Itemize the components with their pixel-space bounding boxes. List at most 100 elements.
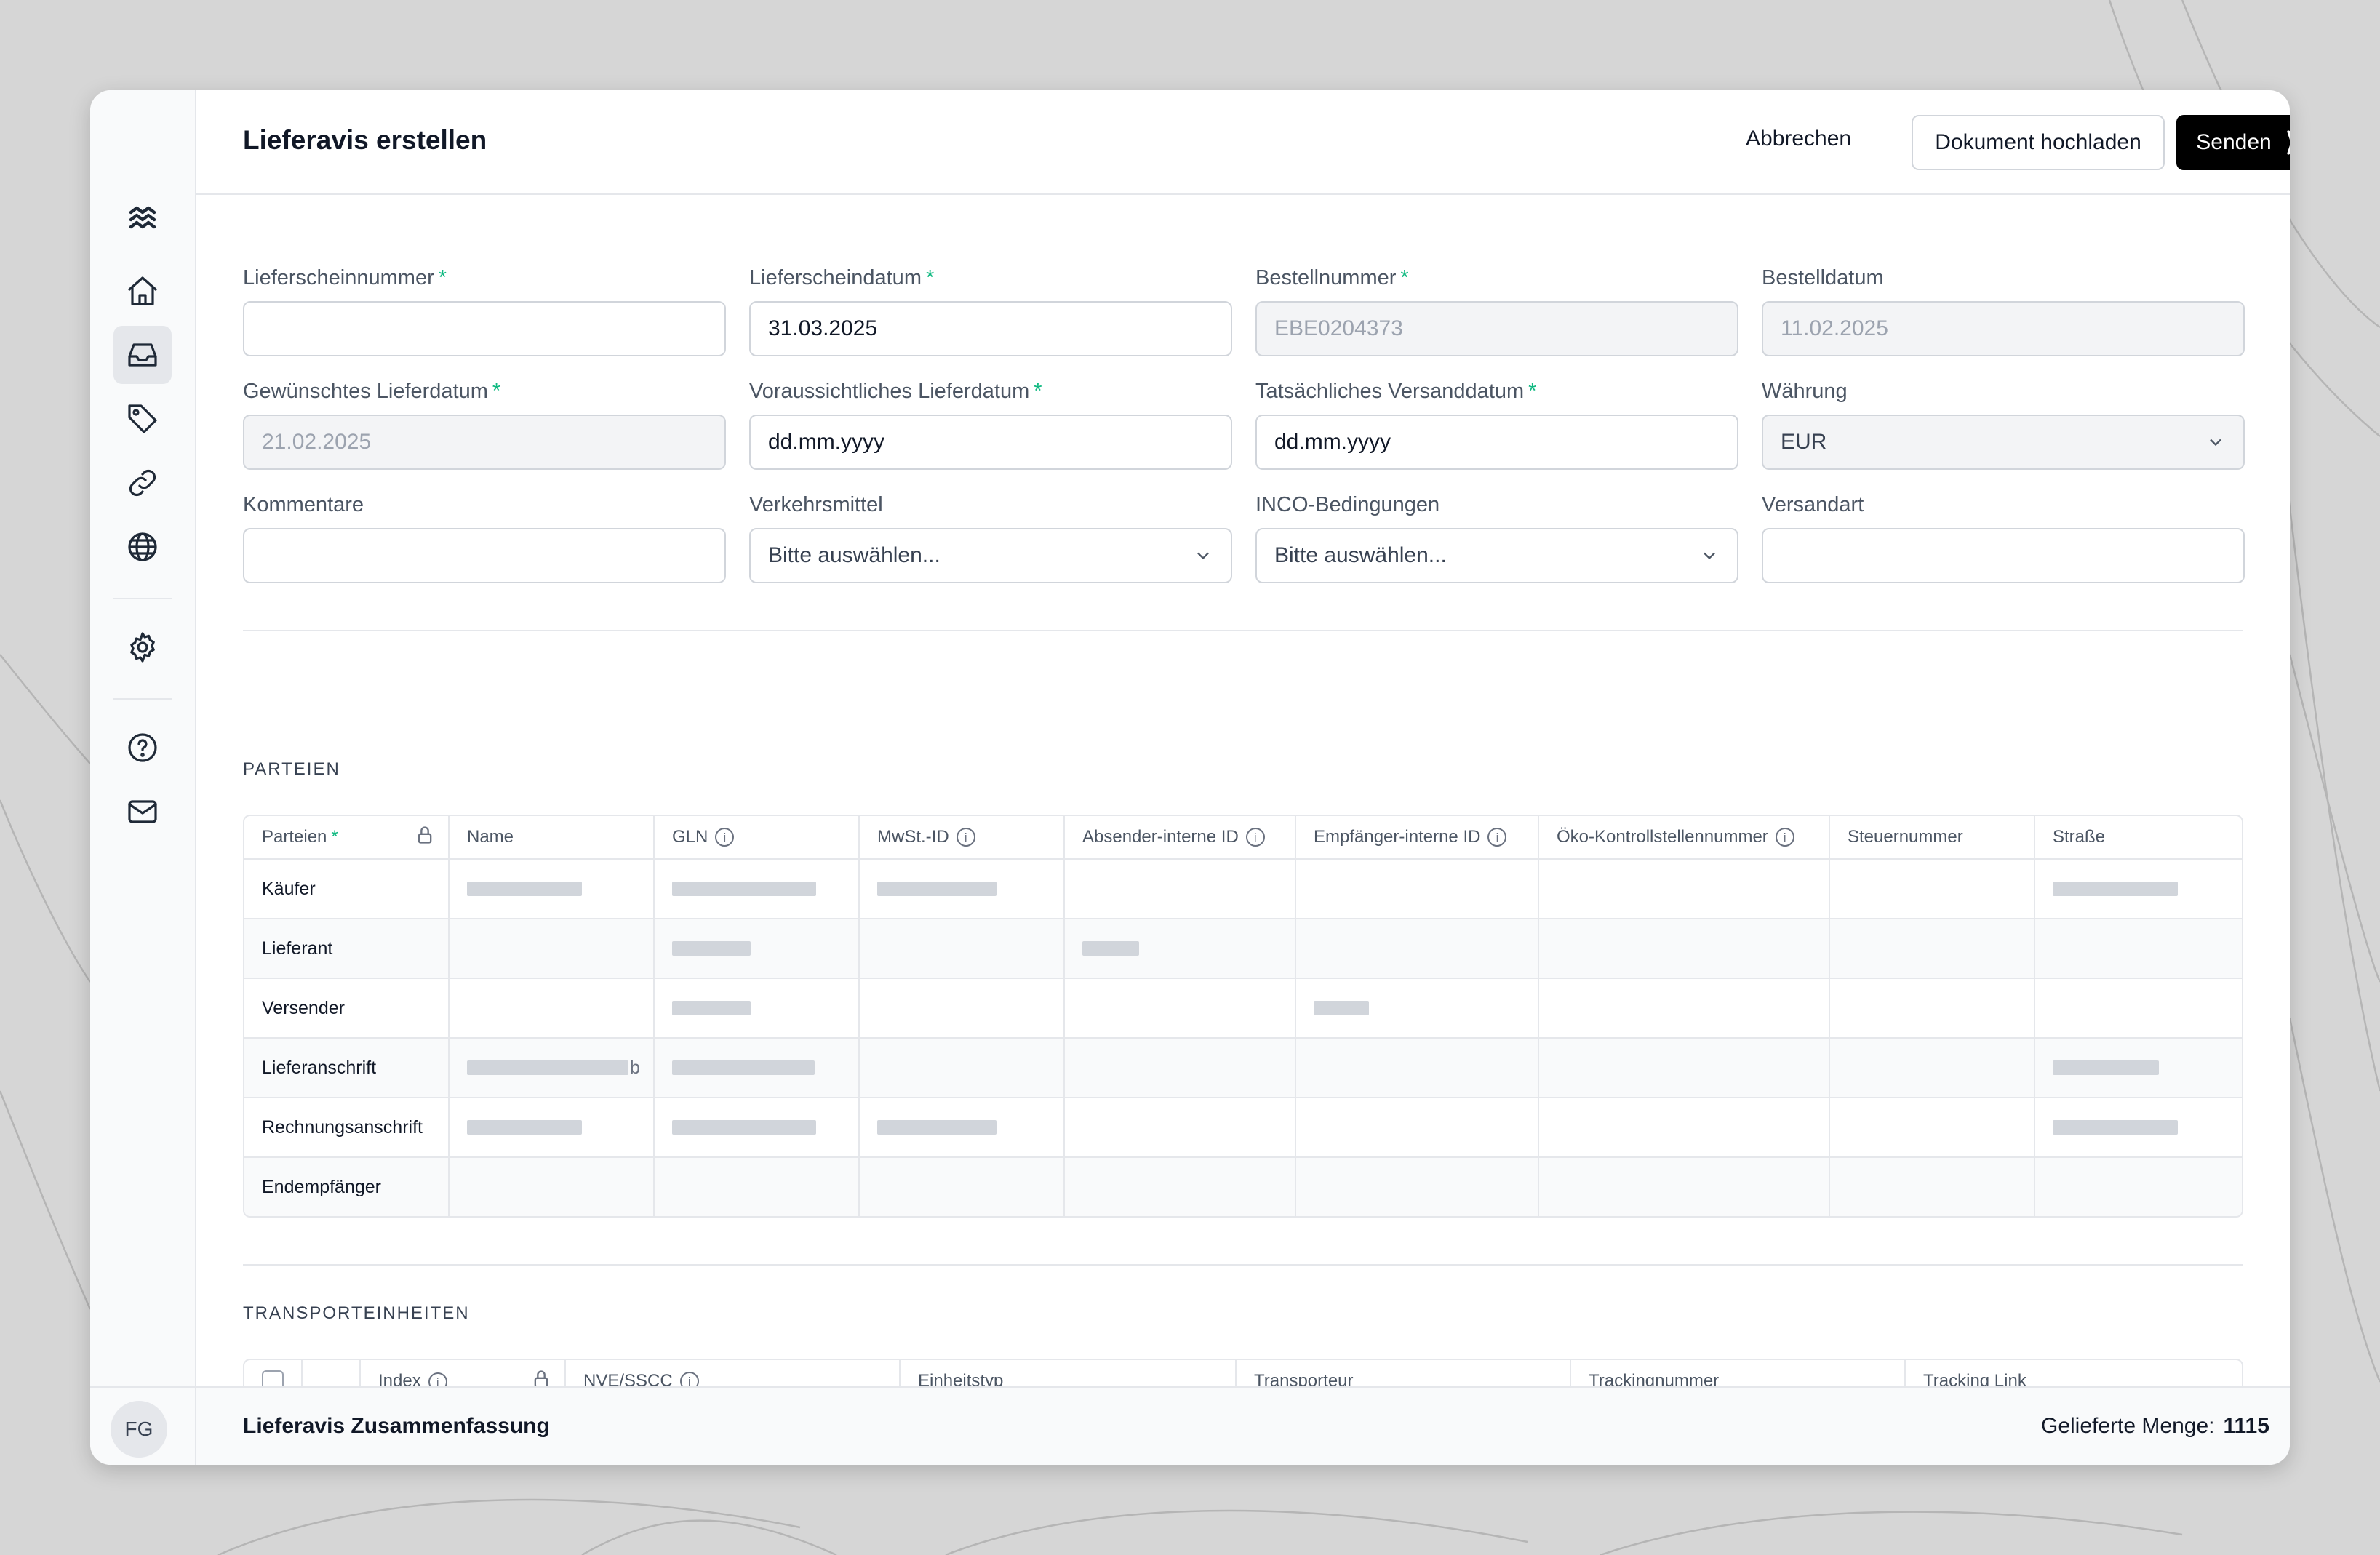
party-recipient-id-cell[interactable]: [1296, 1158, 1539, 1216]
transport-mode-select[interactable]: Bitte auswählen...: [749, 528, 1232, 583]
info-icon[interactable]: i: [1775, 828, 1794, 847]
order-number-input: EBE0204373: [1255, 301, 1738, 356]
info-icon[interactable]: i: [956, 828, 975, 847]
comments-label: Kommentare: [243, 493, 364, 516]
party-gln-cell[interactable]: [655, 919, 860, 978]
logo-icon[interactable]: [113, 191, 172, 249]
party-street-cell[interactable]: [2035, 919, 2242, 978]
summary-title: Lieferavis Zusammenfassung: [243, 1414, 550, 1438]
avatar[interactable]: FG: [111, 1401, 167, 1458]
party-gln-cell[interactable]: [655, 860, 860, 918]
actual-shipping-date-label: Tatsächliches Versanddatum *: [1255, 380, 1537, 403]
redacted-value: [672, 941, 751, 956]
party-vat-cell[interactable]: [860, 1158, 1065, 1216]
table-row: Endempfänger: [244, 1156, 2242, 1216]
party-name-cell[interactable]: [450, 860, 655, 918]
party-vat-cell[interactable]: [860, 1039, 1065, 1097]
party-eco-cell[interactable]: [1539, 919, 1830, 978]
actual-shipping-date-input[interactable]: dd.mm.yyyy: [1255, 415, 1738, 470]
column-header-street: Straße: [2053, 827, 2106, 847]
party-recipient-id-cell[interactable]: [1296, 1098, 1539, 1156]
party-street-cell[interactable]: [2035, 1098, 2242, 1156]
main-content: Lieferavis erstellen Abbrechen Dokument …: [196, 90, 2290, 1465]
party-tax-cell[interactable]: [1830, 979, 2035, 1037]
comments-input[interactable]: [243, 528, 726, 583]
expected-delivery-date-input[interactable]: dd.mm.yyyy: [749, 415, 1232, 470]
party-name-cell[interactable]: [450, 1098, 655, 1156]
parties-section-title: PARTEIEN: [243, 759, 340, 779]
party-label: Endempfänger: [244, 1158, 450, 1216]
party-street-cell[interactable]: [2035, 860, 2242, 918]
cancel-button[interactable]: Abbrechen: [1746, 127, 1851, 151]
home-icon[interactable]: [113, 262, 172, 320]
summary-footer[interactable]: Lieferavis Zusammenfassung Gelieferte Me…: [196, 1386, 2290, 1465]
inbox-icon[interactable]: [113, 326, 172, 384]
party-tax-cell[interactable]: [1830, 919, 2035, 978]
party-street-cell[interactable]: [2035, 1039, 2242, 1097]
party-recipient-id-cell[interactable]: [1296, 1039, 1539, 1097]
globe-icon[interactable]: [113, 518, 172, 576]
info-icon[interactable]: i: [1245, 828, 1265, 847]
party-vat-cell[interactable]: [860, 860, 1065, 918]
party-gln-cell[interactable]: [655, 1098, 860, 1156]
section-divider: [243, 1264, 2243, 1266]
party-name-cell[interactable]: [450, 1158, 655, 1216]
party-sender-id-cell[interactable]: [1065, 979, 1296, 1037]
party-sender-id-cell[interactable]: [1065, 1098, 1296, 1156]
info-icon[interactable]: i: [1488, 828, 1507, 847]
redacted-value: [672, 1001, 751, 1015]
party-name-cell[interactable]: b: [450, 1039, 655, 1097]
settings-gear-icon[interactable]: [113, 618, 172, 676]
party-gln-cell[interactable]: [655, 979, 860, 1037]
party-eco-cell[interactable]: [1539, 1158, 1830, 1216]
party-tax-cell[interactable]: [1830, 1098, 2035, 1156]
table-header-row: Parteien * Name GLN i MwSt.-ID i Absender-i…: [244, 816, 2242, 858]
party-sender-id-cell[interactable]: [1065, 919, 1296, 978]
delivery-note-number-input[interactable]: [243, 301, 726, 356]
delivery-note-date-input[interactable]: 31.03.2025: [749, 301, 1232, 356]
tag-icon[interactable]: [113, 390, 172, 448]
party-street-cell[interactable]: [2035, 979, 2242, 1037]
party-vat-cell[interactable]: [860, 979, 1065, 1037]
shipping-method-input[interactable]: [1762, 528, 2245, 583]
party-street-cell[interactable]: [2035, 1158, 2242, 1216]
section-divider: [243, 630, 2243, 631]
party-tax-cell[interactable]: [1830, 860, 2035, 918]
sidebar-user-area: FG: [90, 1386, 196, 1465]
order-date-label: Bestelldatum: [1762, 266, 1884, 289]
party-tax-cell[interactable]: [1830, 1158, 2035, 1216]
party-sender-id-cell[interactable]: [1065, 1039, 1296, 1097]
transport-mode-label: Verkehrsmittel: [749, 493, 883, 516]
column-header-parties: Parteien *: [244, 816, 450, 858]
link-icon[interactable]: [113, 454, 172, 512]
party-name-cell[interactable]: [450, 919, 655, 978]
send-icon: [2287, 130, 2290, 155]
party-gln-cell[interactable]: [655, 1039, 860, 1097]
upload-document-button[interactable]: Dokument hochladen: [1912, 115, 2165, 170]
delivery-note-number-label: Lieferscheinnummer *: [243, 266, 447, 289]
party-eco-cell[interactable]: [1539, 1039, 1830, 1097]
party-eco-cell[interactable]: [1539, 1098, 1830, 1156]
party-name-cell[interactable]: [450, 979, 655, 1037]
party-sender-id-cell[interactable]: [1065, 860, 1296, 918]
requested-delivery-date-label: Gewünschtes Lieferdatum *: [243, 380, 501, 403]
party-recipient-id-cell[interactable]: [1296, 979, 1539, 1037]
inco-terms-select[interactable]: Bitte auswählen...: [1255, 528, 1738, 583]
party-recipient-id-cell[interactable]: [1296, 860, 1539, 918]
party-recipient-id-cell[interactable]: [1296, 919, 1539, 978]
column-header-recipient-internal-id: Empfänger-interne ID i: [1296, 816, 1539, 858]
party-vat-cell[interactable]: [860, 1098, 1065, 1156]
requested-delivery-date-input: 21.02.2025: [243, 415, 726, 470]
redacted-value: [2053, 882, 2178, 896]
party-sender-id-cell[interactable]: [1065, 1158, 1296, 1216]
info-icon[interactable]: i: [715, 828, 735, 847]
party-eco-cell[interactable]: [1539, 860, 1830, 918]
party-gln-cell[interactable]: [655, 1158, 860, 1216]
party-vat-cell[interactable]: [860, 919, 1065, 978]
mail-icon[interactable]: [113, 783, 172, 841]
redacted-value: [877, 1120, 997, 1135]
help-icon[interactable]: [113, 719, 172, 777]
party-eco-cell[interactable]: [1539, 979, 1830, 1037]
party-tax-cell[interactable]: [1830, 1039, 2035, 1097]
send-button[interactable]: Senden: [2176, 115, 2290, 170]
